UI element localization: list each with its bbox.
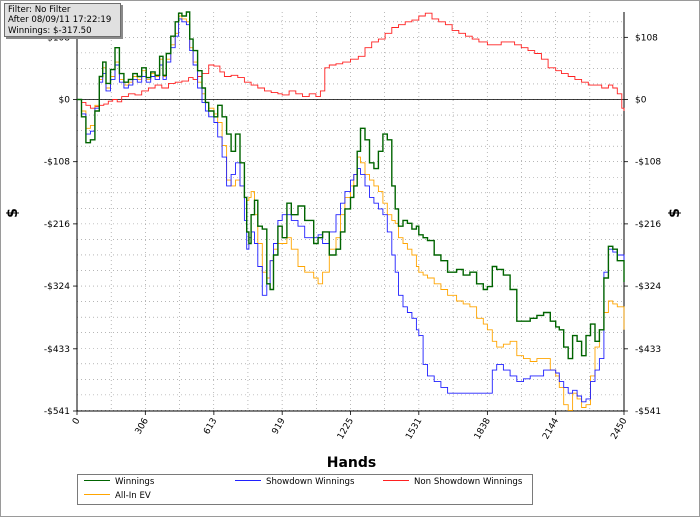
x-tick-label: 2450 <box>609 416 629 441</box>
x-tick-label: 2144 <box>541 416 561 441</box>
legend-swatch-showdown-winnings <box>235 480 261 481</box>
filter-info-box: Filter: No Filter After 08/09/11 17:22:1… <box>4 3 121 37</box>
y-tick-label-left: -$433 <box>44 345 70 355</box>
x-axis-title: Hands <box>327 455 377 471</box>
legend-item-non-showdown-winnings: Non Showdown Winnings <box>383 477 522 488</box>
y-axis-title-right: $ <box>667 208 683 218</box>
filter-label: Filter: No Filter <box>8 5 71 15</box>
x-tick-label: 306 <box>134 416 151 436</box>
x-tick-label: 1838 <box>473 416 493 441</box>
x-tick-label: 613 <box>202 417 219 437</box>
x-tick-label: 1531 <box>404 417 424 442</box>
legend-label-all-in-ev: All-In EV <box>115 491 151 501</box>
y-tick-label-left: $0 <box>59 96 71 106</box>
y-tick-label-right: -$433 <box>635 345 661 355</box>
legend-item-winnings: Winnings <box>84 477 154 488</box>
legend-item-all-in-ev: All-In EV <box>84 491 151 502</box>
legend-label-non-showdown-winnings: Non Showdown Winnings <box>414 477 523 487</box>
y-tick-label-left: -$324 <box>44 282 70 292</box>
y-tick-label-right: -$541 <box>635 407 661 417</box>
legend-item-showdown-winnings: Showdown Winnings <box>235 477 354 488</box>
y-tick-label-left: -$216 <box>44 220 70 230</box>
legend-swatch-all-in-ev <box>84 494 110 495</box>
x-tick-label: 1225 <box>336 417 356 442</box>
x-tick-label: 919 <box>271 416 288 436</box>
y-tick-label-right: -$324 <box>635 282 661 292</box>
x-tick-label: 0 <box>71 416 83 426</box>
legend-swatch-winnings <box>84 480 110 481</box>
legend-swatch-non-showdown-winnings <box>383 480 409 481</box>
y-tick-label-left: -$108 <box>44 158 70 168</box>
y-axis-title-left: $ <box>5 208 21 218</box>
y-tick-label-right: $108 <box>635 33 658 43</box>
y-tick-label-right: $0 <box>635 96 647 106</box>
date-label: After 08/09/11 17:22:19 <box>8 15 112 26</box>
legend-label-showdown-winnings: Showdown Winnings <box>266 477 355 487</box>
winnings-label: Winnings: $-317.50 <box>8 25 92 36</box>
y-tick-label-left: -$541 <box>44 407 70 417</box>
y-tick-label-right: -$108 <box>635 158 661 168</box>
legend: Winnings Showdown Winnings Non Showdown … <box>77 474 533 505</box>
chart-canvas: $108 $108$0 $0-$108 -$108-$216 -$216-$324 -$3… <box>5 11 683 471</box>
legend-label-winnings: Winnings <box>115 477 155 487</box>
y-tick-label-right: -$216 <box>635 220 661 230</box>
